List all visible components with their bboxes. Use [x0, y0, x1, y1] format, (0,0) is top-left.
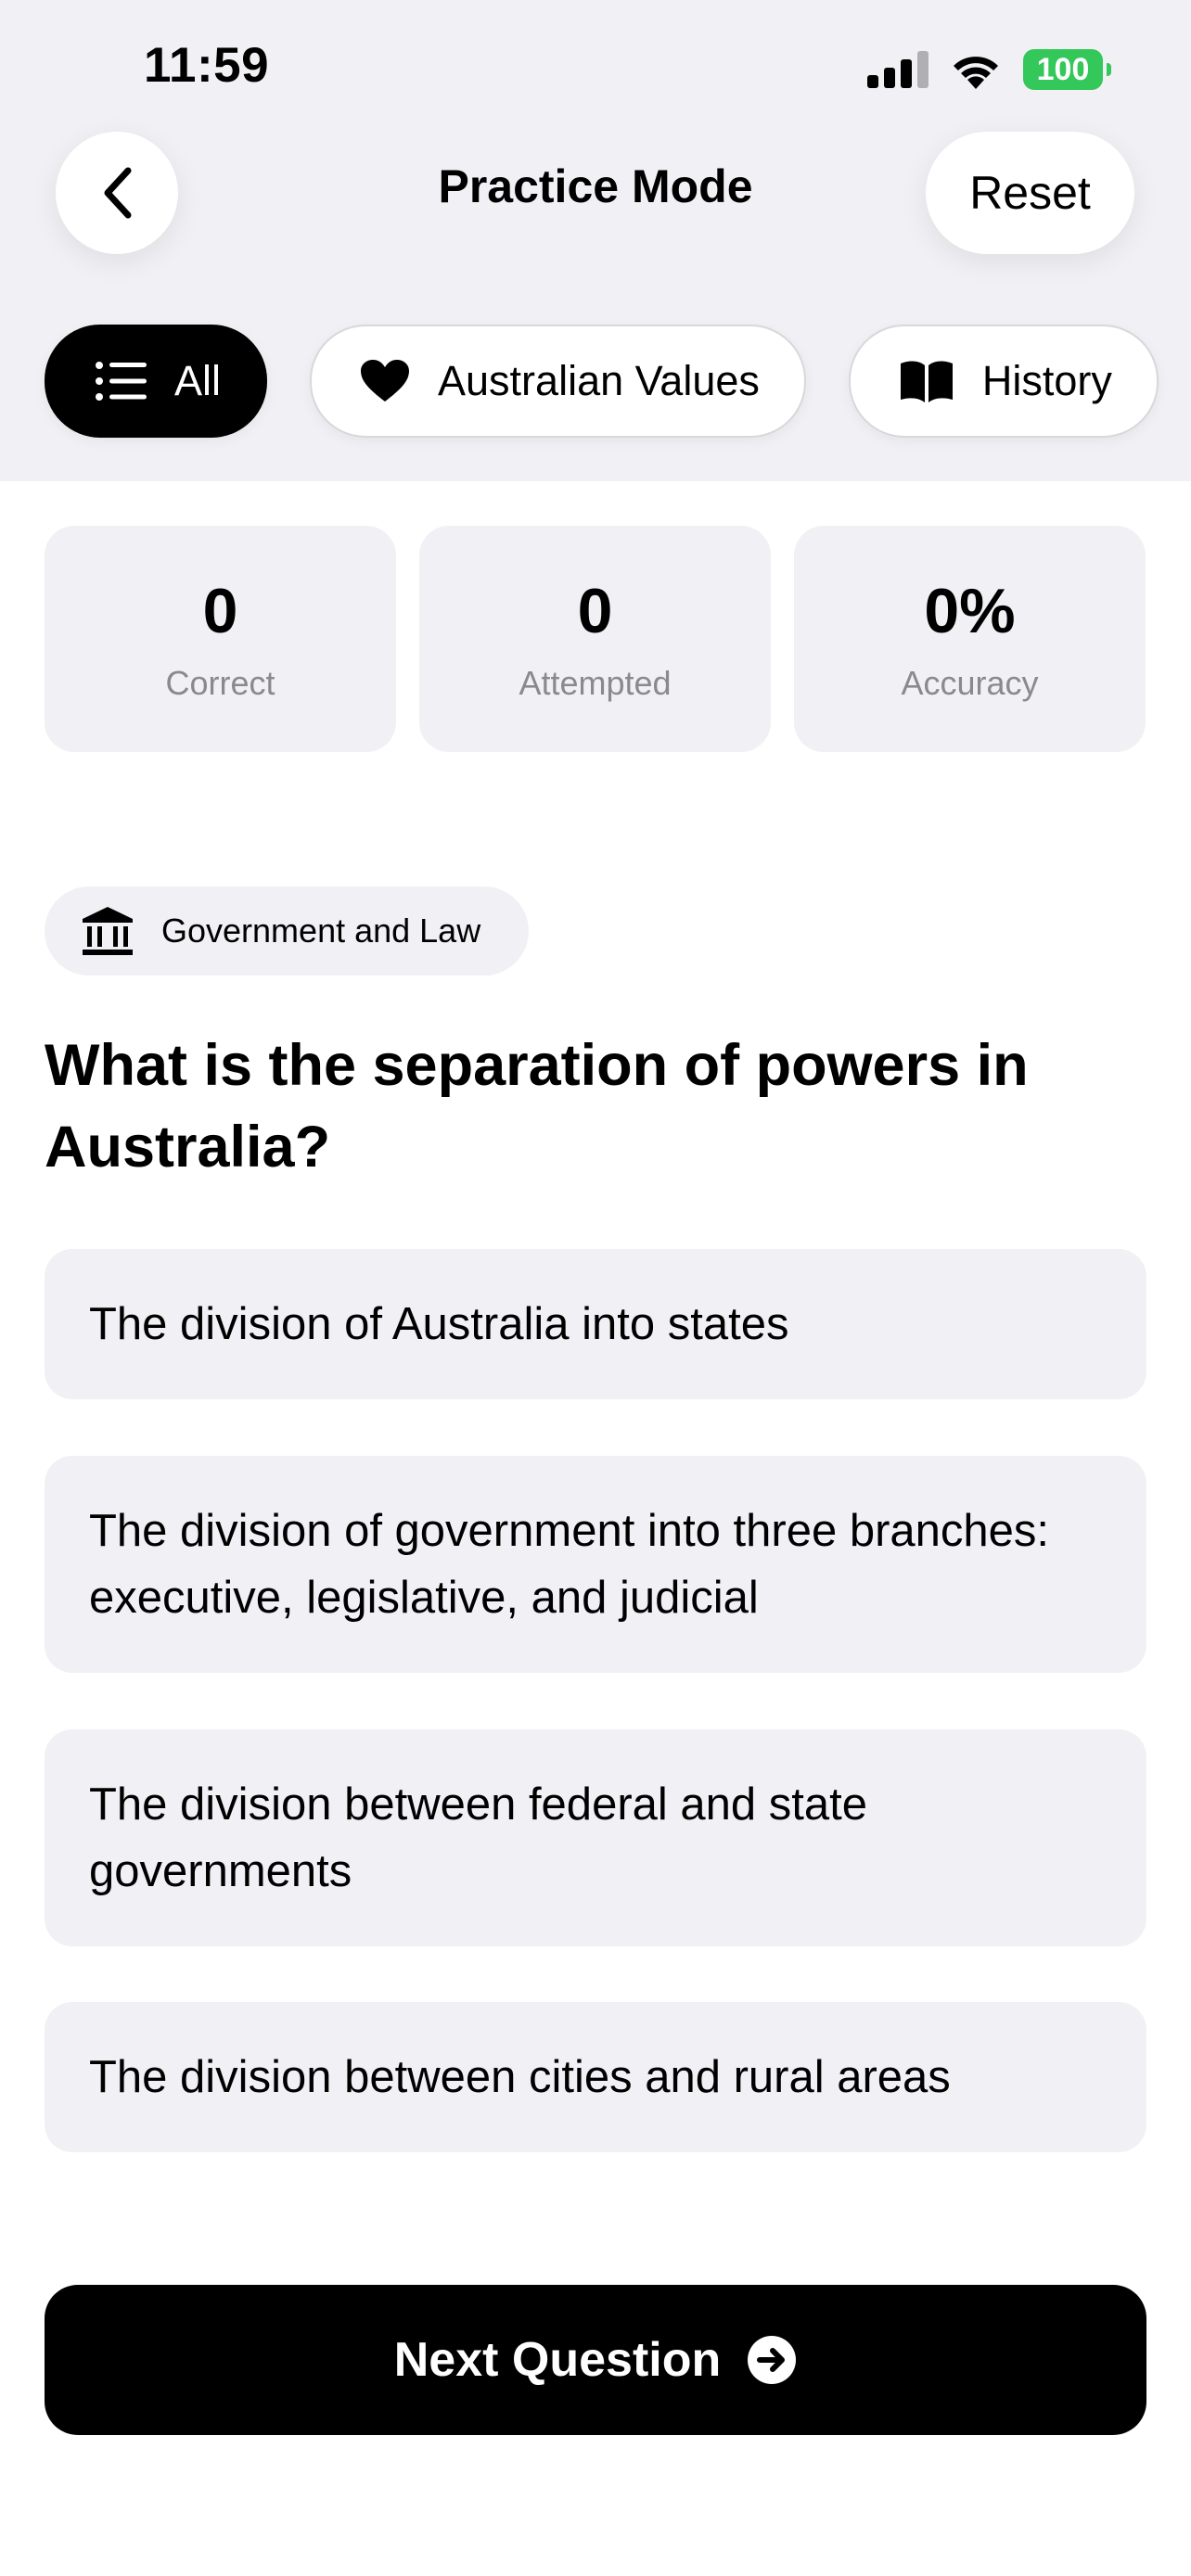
filter-chip-australian-values[interactable]: Australian Values: [310, 325, 806, 438]
answer-option-3[interactable]: The division between federal and state g…: [45, 1729, 1146, 1946]
stat-label: Accuracy: [901, 664, 1039, 702]
question-text: What is the separation of powers in Aust…: [45, 1033, 1029, 1180]
filter-chip-label: Australian Values: [438, 357, 760, 404]
reset-button[interactable]: Reset: [926, 132, 1134, 254]
arrow-right-circle-icon: [748, 2336, 797, 2384]
answer-option-label: The division of Australia into states: [89, 1299, 789, 1349]
answer-option-label: The division between cities and rural ar…: [89, 2052, 951, 2102]
category-badge: Government and Law: [45, 886, 529, 976]
next-question-label: Next Question: [393, 2333, 722, 2387]
filter-chip-label: History: [981, 357, 1112, 404]
stat-label: Attempted: [519, 664, 672, 702]
status-icons: 100: [867, 46, 1111, 93]
stat-value: 0: [577, 576, 613, 646]
book-icon: [900, 361, 953, 402]
filter-chips: All Australian Values History: [45, 325, 1159, 438]
answer-option-2[interactable]: The division of government into three br…: [45, 1456, 1146, 1673]
category-label: Government and Law: [161, 912, 481, 950]
next-question-button[interactable]: Next Question: [45, 2285, 1146, 2435]
stat-value: 0%: [924, 576, 1016, 646]
wifi-icon: [954, 57, 998, 89]
filter-chip-label: All: [174, 357, 222, 404]
filter-chip-all[interactable]: All: [45, 325, 268, 438]
bank-icon: [83, 907, 133, 955]
list-icon: [96, 362, 147, 401]
answer-option-4[interactable]: The division between cities and rural ar…: [45, 2002, 1146, 2152]
heart-icon: [361, 360, 410, 402]
answer-option-label: The division between federal and state g…: [89, 1779, 867, 1896]
top-panel: 11:59 100 Practice Mode Reset All Austra…: [0, 0, 1191, 481]
answer-option-label: The division of government into three br…: [89, 1506, 1050, 1623]
stat-correct: 0 Correct: [45, 526, 396, 752]
answer-option-1[interactable]: The division of Australia into states: [45, 1249, 1146, 1399]
status-time: 11:59: [144, 38, 270, 93]
stat-attempted: 0 Attempted: [419, 526, 771, 752]
filter-chip-history[interactable]: History: [848, 325, 1159, 438]
stat-value: 0: [202, 576, 238, 646]
stats-row: 0 Correct 0 Attempted 0% Accuracy: [45, 526, 1146, 752]
signal-icon: [867, 51, 928, 88]
battery-indicator: 100: [1023, 49, 1111, 90]
stat-label: Correct: [165, 664, 275, 702]
stat-accuracy: 0% Accuracy: [794, 526, 1146, 752]
battery-level: 100: [1036, 51, 1090, 87]
